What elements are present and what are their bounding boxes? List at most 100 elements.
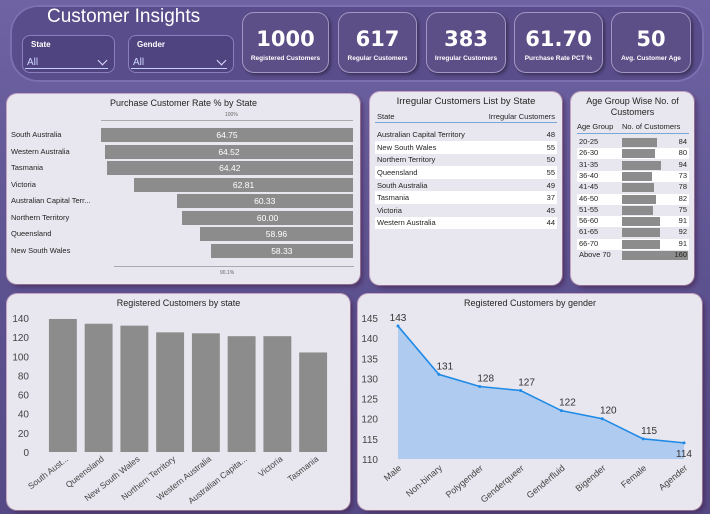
bar-category-label: New South Wales xyxy=(11,245,71,255)
data-point xyxy=(600,417,604,421)
irregular-list-title: Irregular Customers List by State xyxy=(396,96,536,107)
bar xyxy=(299,352,328,452)
y-tick-label: 120 xyxy=(361,415,378,426)
data-point xyxy=(396,324,400,328)
age-count-label: 78 xyxy=(678,182,687,192)
list-item: 66-70 91 xyxy=(577,238,689,250)
state-cell: Australian Capital Territory xyxy=(377,130,465,140)
age-count-label: 73 xyxy=(678,170,687,180)
bar xyxy=(84,323,113,452)
gender-slicer-label: Gender xyxy=(137,40,166,49)
y-tick-label: 60 xyxy=(18,391,30,402)
bar xyxy=(622,138,657,147)
bar xyxy=(156,332,185,452)
kpi-caption: Regular Customers xyxy=(347,55,408,62)
bar xyxy=(227,336,256,452)
x-tick-label: Bigender xyxy=(574,463,608,494)
gender-slicer-value: All xyxy=(133,57,145,68)
age-group-label: 46-50 xyxy=(579,193,599,203)
column-header-count[interactable]: No. of Customers xyxy=(622,122,680,131)
list-item: 31-35 94 xyxy=(577,160,689,171)
kpi-value: 617 xyxy=(355,27,400,51)
bar xyxy=(622,205,653,215)
age-group-label: 66-70 xyxy=(579,238,599,248)
bar-category-label: Tasmania xyxy=(11,163,44,172)
bar-category-label: Victoria xyxy=(11,179,36,189)
bar xyxy=(622,194,656,204)
list-item: 41-45 78 xyxy=(577,182,689,193)
y-tick-label: 130 xyxy=(361,374,378,385)
bar xyxy=(622,183,655,193)
bar-category-label: Northern Territory xyxy=(11,212,70,222)
irregular-list-card: Irregular Customers List by State State … xyxy=(370,92,562,285)
y-tick-label: 125 xyxy=(361,395,378,406)
x-tick-label: Female xyxy=(619,463,648,490)
bottom-reference-line xyxy=(114,266,354,267)
x-tick-label: Agender xyxy=(657,463,689,493)
age-group-label: 20-25 xyxy=(579,137,599,146)
table-row[interactable]: South Australia 49 xyxy=(375,179,557,192)
table-row[interactable]: Australian Capital Territory 48 xyxy=(375,129,557,142)
irregular-count-cell: 37 xyxy=(546,193,555,203)
table-row[interactable]: Tasmania 37 xyxy=(375,191,557,205)
state-cell: South Australia xyxy=(377,180,428,190)
bar xyxy=(191,333,220,452)
age-count-label: 84 xyxy=(678,137,687,146)
purchase-rate-bars: South Australia 64.75 Western Australia 64.… xyxy=(7,94,360,284)
y-tick-label: 145 xyxy=(361,314,378,325)
age-count-label: 82 xyxy=(678,193,687,203)
state-slicer[interactable]: State All xyxy=(22,35,115,73)
kpi-caption: Registered Customers xyxy=(250,55,321,62)
age-count-label: 80 xyxy=(678,148,687,158)
list-item: 26-30 80 xyxy=(577,148,689,160)
column-header-age-group[interactable]: Age Group xyxy=(577,122,613,131)
data-point xyxy=(437,372,441,376)
column-header-irregular[interactable]: Irregular Customers xyxy=(478,111,557,123)
data-point xyxy=(478,384,482,388)
x-tick-label: Non-binary xyxy=(404,463,445,499)
bar xyxy=(622,149,655,159)
bar-data-label: 60.33 xyxy=(254,196,276,206)
column-header-state[interactable]: State xyxy=(375,111,478,123)
kpi-value: 383 xyxy=(444,27,488,51)
state-cell: Tasmania xyxy=(377,193,410,203)
gender-slicer[interactable]: Gender All xyxy=(128,35,234,73)
gender-dropdown[interactable] xyxy=(131,53,227,69)
table-row[interactable]: Victoria 45 xyxy=(375,204,557,217)
data-point xyxy=(682,441,686,445)
y-tick-label: 0 xyxy=(23,448,29,459)
bar-category-label: Queensland xyxy=(11,229,52,238)
kpi-regular-customers: 617 Regular Customers xyxy=(338,12,417,73)
bar-data-label: 62.81 xyxy=(232,179,255,190)
table-row[interactable]: Western Australia 44 xyxy=(375,216,557,230)
bar xyxy=(120,325,149,452)
irregular-count-cell: 45 xyxy=(546,205,555,215)
registered-state-card: Registered Customers by state 0 20 40 60 80 1… xyxy=(7,294,350,510)
y-tick-label: 115 xyxy=(362,435,378,446)
data-label: 122 xyxy=(559,398,576,409)
table-row[interactable]: New South Wales 55 xyxy=(375,141,557,154)
bar xyxy=(622,228,660,238)
age-group-title: Age Group Wise No. of Customers xyxy=(586,96,679,117)
bar xyxy=(263,336,292,452)
registered-gender-card: Registered Customers by gender 110 115 120… xyxy=(358,294,702,510)
age-count-label: 160 xyxy=(674,250,687,259)
kpi-registered-customers: 1000 Registered Customers xyxy=(242,12,329,73)
x-tick-label: Victoria xyxy=(256,454,285,479)
table-row[interactable]: Northern Territory 50 xyxy=(375,154,557,167)
list-item: 36-40 73 xyxy=(577,170,689,182)
age-group-label: 51-55 xyxy=(579,204,599,214)
table-row[interactable]: Queensland 55 xyxy=(375,166,557,179)
age-group-label: 26-30 xyxy=(579,148,599,158)
data-point xyxy=(559,409,563,413)
age-group-label: 41-45 xyxy=(579,182,599,192)
y-tick-label: 100 xyxy=(12,352,29,363)
kpi-value: 50 xyxy=(636,27,666,51)
kpi-irregular-customers: 383 Irregular Customers xyxy=(426,12,506,73)
age-group-card: Age Group Wise No. of Customers Age Grou… xyxy=(571,92,694,285)
bar-data-label: 64.75 xyxy=(216,130,238,140)
x-tick-label: Tasmania xyxy=(286,454,321,484)
state-slicer-label: State xyxy=(31,40,51,49)
registered-state-chart: 020406080100120140South Aust...Queenslan… xyxy=(12,314,328,506)
purchase-rate-card: Purchase Customer Rate % by State 100% S… xyxy=(7,94,360,284)
